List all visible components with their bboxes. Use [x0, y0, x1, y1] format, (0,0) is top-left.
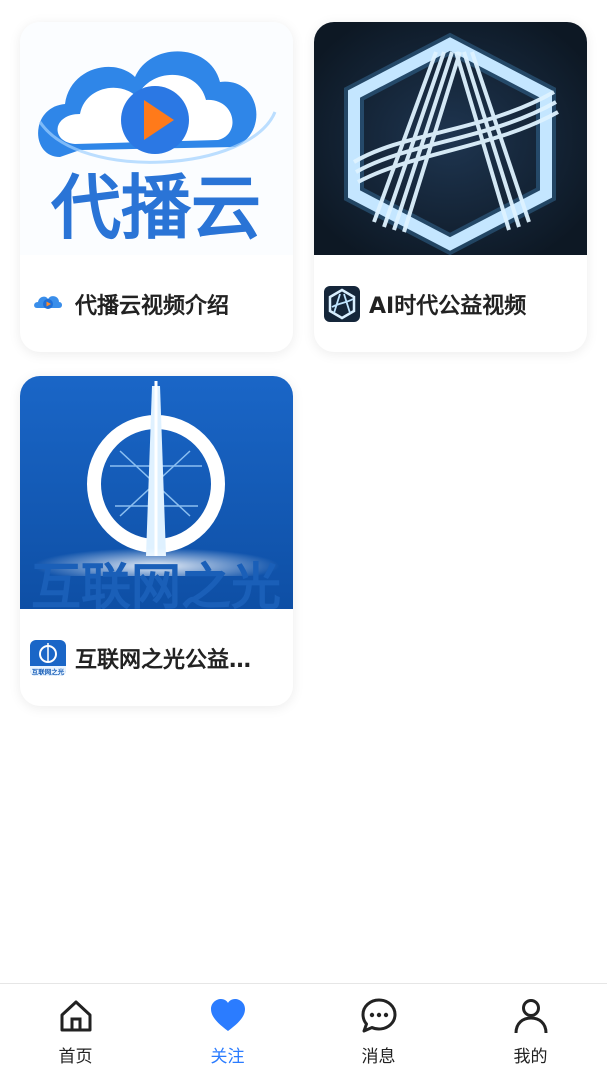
- tab-messages[interactable]: 消息: [303, 984, 454, 1081]
- message-icon: [361, 998, 396, 1033]
- tab-home[interactable]: 首页: [0, 984, 151, 1081]
- tab-label: 首页: [58, 1047, 93, 1067]
- bottom-tab-bar: 首页 关注 消息 我的: [0, 983, 607, 1081]
- thumbnail-text: 代播云: [50, 167, 261, 249]
- video-title[interactable]: 代播云视频介绍: [75, 288, 229, 320]
- video-card-internet-light[interactable]: 互联网之光 互联网之光 互联网之光公益…: [20, 376, 293, 706]
- tab-follow[interactable]: 关注: [152, 984, 303, 1081]
- video-thumbnail[interactable]: [314, 22, 587, 255]
- cloud-play-icon: [30, 285, 66, 322]
- video-title[interactable]: AI时代公益视频: [369, 288, 526, 320]
- user-icon: [514, 999, 547, 1034]
- video-card-daiboyun[interactable]: 代播云 代播云视频介绍: [20, 22, 293, 352]
- video-thumbnail[interactable]: 代播云: [20, 22, 293, 255]
- video-title[interactable]: 互联网之光公益…: [75, 642, 251, 674]
- tab-label: 我的: [513, 1047, 548, 1067]
- video-thumbnail[interactable]: 互联网之光: [20, 376, 293, 609]
- heart-icon: [210, 999, 245, 1031]
- svg-text:互联网之光: 互联网之光: [32, 667, 65, 676]
- tab-label: 消息: [361, 1047, 396, 1067]
- video-card-ai-era[interactable]: AI时代公益视频: [314, 22, 587, 352]
- tab-profile[interactable]: 我的: [455, 984, 606, 1081]
- ai-hexagon-icon: [324, 285, 360, 322]
- tab-label: 关注: [210, 1047, 245, 1067]
- internet-light-logo-icon: 互联网之光: [30, 639, 66, 676]
- thumbnail-text: 互联网之光: [31, 558, 281, 609]
- home-icon: [60, 1000, 91, 1032]
